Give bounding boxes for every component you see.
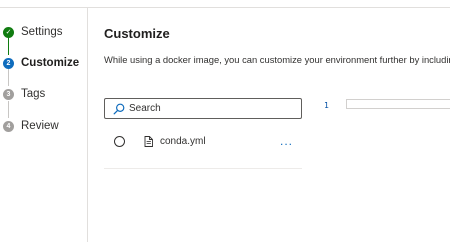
page-description: While using a docker image, you can cust… <box>104 54 450 65</box>
step-settings-label: Settings <box>21 26 63 38</box>
step-tags[interactable]: 3 Tags <box>3 85 45 103</box>
step-connector <box>8 38 9 55</box>
more-options-button[interactable]: ... <box>280 135 293 147</box>
page-title: Customize <box>104 26 170 41</box>
file-name: conda.yml <box>160 136 206 147</box>
step-tags-label: Tags <box>21 88 46 100</box>
step-connector <box>8 101 9 118</box>
search-input[interactable] <box>129 103 299 114</box>
file-select-radio[interactable] <box>114 136 125 147</box>
step-customize-label: Customize <box>21 57 80 69</box>
customize-panel: Customize While using a docker image, yo… <box>88 8 450 242</box>
step-number-icon: 3 <box>3 88 14 100</box>
step-number-icon: 2 <box>3 57 14 69</box>
file-list-item[interactable]: conda.yml ... <box>104 130 302 169</box>
search-box[interactable] <box>104 98 302 119</box>
step-review-label: Review <box>21 120 59 132</box>
step-connector <box>8 69 9 86</box>
step-customize[interactable]: 2 Customize <box>3 54 79 72</box>
step-review[interactable]: 4 Review <box>3 117 59 135</box>
wizard-steps: ✓ Settings 2 Customize 3 Tags 4 Review <box>0 8 88 242</box>
step-number-icon: 4 <box>3 120 14 132</box>
checkmark-icon: ✓ <box>3 26 14 38</box>
search-icon <box>113 103 125 114</box>
step-settings[interactable]: ✓ Settings <box>3 23 63 41</box>
document-icon <box>144 136 153 147</box>
code-editor[interactable] <box>346 99 450 109</box>
editor-line-number: 1 <box>324 101 329 110</box>
